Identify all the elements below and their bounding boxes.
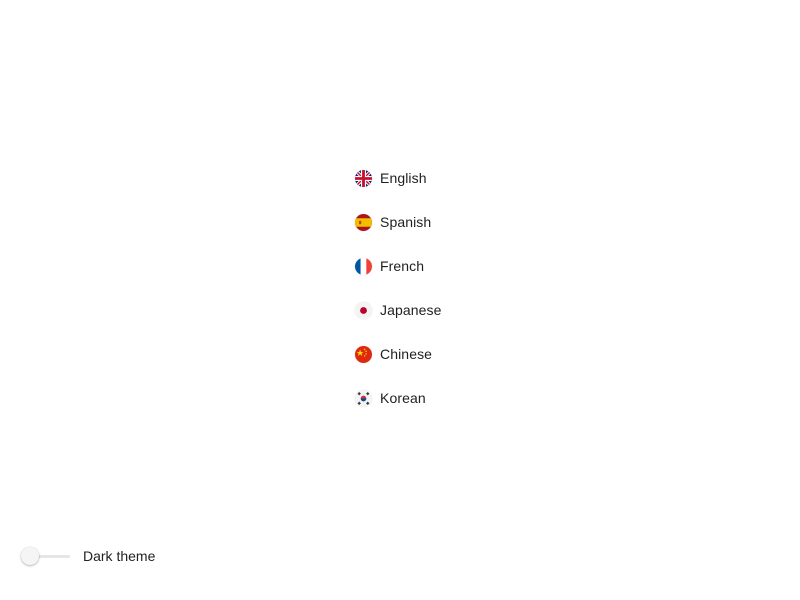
language-option-french[interactable]: French [355, 256, 515, 276]
language-label-chinese: Chinese [380, 346, 433, 362]
japan-flag-icon [355, 301, 372, 319]
language-label-korean: Korean [380, 390, 426, 406]
spain-flag-icon [355, 213, 372, 231]
language-label-spanish: Spanish [380, 214, 432, 230]
france-flag-icon [355, 257, 372, 275]
language-label-english: English [380, 170, 427, 186]
language-option-spanish[interactable]: Spanish [355, 212, 515, 232]
language-list: English Spanish French Japanese Chinese … [355, 168, 515, 432]
language-settings-page: English Spanish French Japanese Chinese … [0, 0, 800, 600]
language-option-chinese[interactable]: Chinese [355, 344, 515, 364]
language-label-japanese: Japanese [380, 302, 442, 318]
korea-flag-icon [355, 389, 372, 407]
china-flag-icon [355, 345, 372, 363]
language-option-korean[interactable]: Korean [355, 388, 515, 408]
language-label-french: French [380, 258, 425, 274]
uk-flag-icon [355, 169, 372, 187]
dark-theme-switch[interactable] [20, 546, 70, 566]
language-option-english[interactable]: English [355, 168, 515, 188]
dark-theme-label: Dark theme [83, 548, 156, 564]
switch-knob[interactable] [21, 547, 39, 565]
dark-theme-toggle[interactable]: Dark theme [20, 546, 155, 566]
language-option-japanese[interactable]: Japanese [355, 300, 515, 320]
